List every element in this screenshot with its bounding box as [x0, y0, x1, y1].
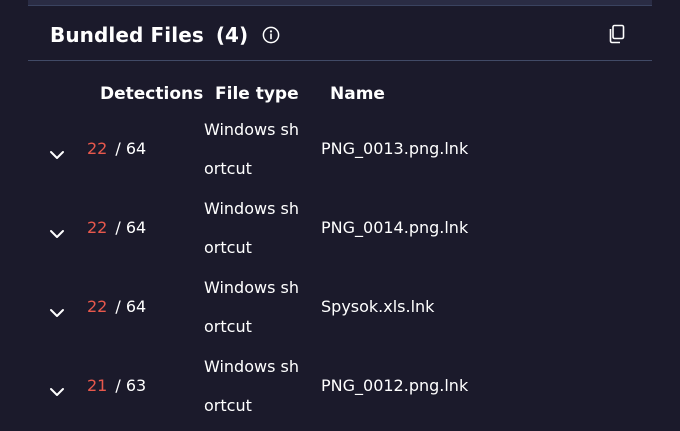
file-type-line: Windows sh — [204, 278, 299, 297]
column-header-detections[interactable]: Detections — [100, 84, 203, 104]
table-row[interactable]: 22 / 64 Windows sh ortcut PNG_0013.png.ln… — [0, 110, 680, 189]
column-header-file-type[interactable]: File type — [215, 84, 299, 104]
detections-total: / 63 — [115, 376, 147, 395]
file-type: Windows sh ortcut — [204, 110, 302, 188]
file-type: Windows sh ortcut — [204, 189, 302, 267]
file-name[interactable]: PNG_0012.png.lnk — [321, 376, 468, 395]
file-type-line: ortcut — [204, 396, 252, 415]
copy-icon[interactable] — [608, 24, 626, 44]
detections-positive: 22 — [87, 218, 108, 237]
detections-positive: 22 — [87, 297, 108, 316]
info-icon[interactable] — [262, 26, 280, 44]
detections-ratio: 21 / 63 — [87, 376, 146, 395]
file-name[interactable]: PNG_0013.png.lnk — [321, 139, 468, 158]
bundled-files-panel: Bundled Files (4) Detections File type N… — [0, 0, 680, 431]
section-title: Bundled Files — [50, 23, 204, 47]
file-name[interactable]: PNG_0014.png.lnk — [321, 218, 468, 237]
detections-ratio: 22 / 64 — [87, 139, 146, 158]
file-type-line: Windows sh — [204, 357, 299, 376]
table-row[interactable]: 21 / 63 Windows sh ortcut PNG_0012.png.ln… — [0, 347, 680, 426]
chevron-down-icon[interactable] — [48, 146, 66, 159]
file-name[interactable]: Spysok.xls.lnk — [321, 297, 434, 316]
file-type-line: ortcut — [204, 238, 252, 257]
detections-total: / 64 — [115, 218, 147, 237]
header-divider — [28, 60, 652, 61]
detections-positive: 21 — [87, 376, 108, 395]
table-row[interactable]: 22 / 64 Windows sh ortcut PNG_0014.png.ln… — [0, 189, 680, 268]
detections-total: / 64 — [115, 297, 147, 316]
detections-positive: 22 — [87, 139, 108, 158]
column-header-name[interactable]: Name — [330, 84, 385, 104]
panel-top-edge — [28, 0, 652, 6]
chevron-down-icon[interactable] — [48, 225, 66, 238]
file-type-line: ortcut — [204, 159, 252, 178]
file-type-line: Windows sh — [204, 120, 299, 139]
file-count: (4) — [215, 23, 249, 47]
detections-total: / 64 — [115, 139, 147, 158]
file-type-line: ortcut — [204, 317, 252, 336]
detections-ratio: 22 / 64 — [87, 218, 146, 237]
section-header: Bundled Files (4) — [50, 20, 280, 50]
chevron-down-icon[interactable] — [48, 383, 66, 396]
file-type-line: Windows sh — [204, 199, 299, 218]
file-type: Windows sh ortcut — [204, 268, 302, 346]
file-type: Windows sh ortcut — [204, 347, 302, 425]
detections-ratio: 22 / 64 — [87, 297, 146, 316]
table-row[interactable]: 22 / 64 Windows sh ortcut Spysok.xls.lnk — [0, 268, 680, 347]
chevron-down-icon[interactable] — [48, 304, 66, 317]
